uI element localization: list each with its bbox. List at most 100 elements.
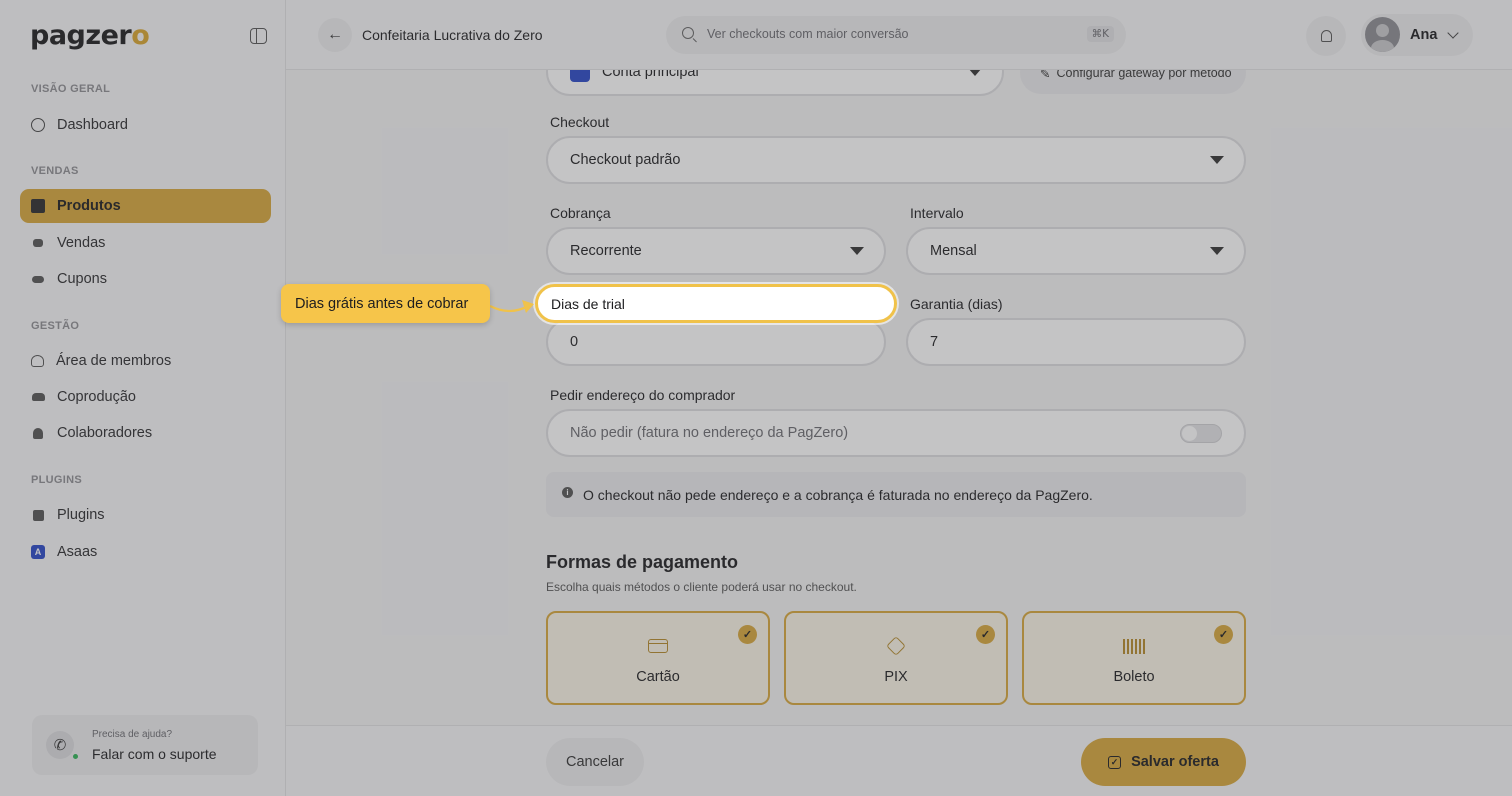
box-icon: [31, 199, 45, 213]
payment-method-cartao[interactable]: Cartão ✓: [546, 611, 770, 705]
sidebar-item-coproducao[interactable]: Coprodução: [20, 380, 271, 414]
trial-days-value: 0: [570, 334, 579, 350]
section-label-visao-geral: VISÃO GERAL: [31, 83, 111, 95]
pie-chart-icon: [31, 118, 45, 132]
configure-gateway-button[interactable]: ✎ Configurar gateway por método: [1020, 70, 1246, 94]
offer-form: Conta principal ✎ Configurar gateway por …: [286, 70, 1512, 725]
bell-icon: [1320, 30, 1332, 42]
info-text: O checkout não pede endereço e a cobranç…: [583, 486, 1093, 503]
page-title: Confeitaria Lucrativa do Zero: [362, 27, 543, 43]
avatar: [1365, 17, 1400, 52]
sidebar-item-area-de-membros[interactable]: Área de membros: [20, 344, 271, 378]
asaas-logo-icon: [570, 70, 590, 82]
check-icon: ✓: [738, 625, 757, 644]
tour-arrow-icon: [489, 300, 534, 313]
endereco-field: Não pedir (fatura no endereço da PagZero…: [546, 409, 1246, 457]
online-status-dot: [72, 753, 79, 760]
logo[interactable]: pagzero: [30, 20, 150, 51]
sidebar-item-dashboard[interactable]: Dashboard: [20, 108, 271, 142]
payments-title: Formas de pagamento: [546, 552, 739, 572]
hand-coin-icon: [31, 236, 45, 250]
save-offer-label: Salvar oferta: [1131, 754, 1219, 770]
sidebar-item-label: Plugins: [57, 507, 105, 523]
intervalo-value: Mensal: [930, 243, 977, 259]
cobranca-label: Cobrança: [550, 205, 611, 221]
credit-card-icon: [648, 639, 668, 653]
endereco-label: Pedir endereço do comprador: [550, 387, 736, 403]
search-input[interactable]: Ver checkouts com maior conversão ⌘K: [666, 16, 1126, 54]
sidebar-item-cupons[interactable]: Cupons: [20, 262, 271, 296]
pencil-icon: ✎: [1040, 70, 1051, 81]
account-value: Conta principal: [602, 70, 699, 80]
user-name: Ana: [1410, 27, 1438, 43]
cobranca-select[interactable]: Recorrente: [546, 227, 886, 275]
trial-label-highlight: Dias de trial: [535, 284, 897, 323]
person-icon: [31, 426, 45, 440]
search-placeholder: Ver checkouts com maior conversão: [707, 27, 909, 41]
user-menu[interactable]: Ana: [1361, 14, 1473, 56]
payment-method-label: Cartão: [636, 669, 680, 685]
section-label-gestao: GESTÃO: [31, 320, 80, 332]
sidebar-item-label: Cupons: [57, 271, 107, 287]
payment-method-pix[interactable]: PIX ✓: [784, 611, 1008, 705]
section-label-vendas: VENDAS: [31, 165, 79, 177]
sidebar-item-vendas[interactable]: Vendas: [20, 226, 271, 260]
handshake-icon: [31, 390, 45, 404]
sidebar-item-label: Vendas: [57, 235, 106, 251]
check-square-icon: ✓: [1108, 755, 1122, 769]
check-icon: ✓: [1214, 625, 1233, 644]
configure-gateway-label: Configurar gateway por método: [1056, 70, 1232, 80]
caret-down-icon: [850, 247, 864, 255]
endereco-value: Não pedir (fatura no endereço da PagZero…: [570, 425, 849, 441]
sidebar-collapse-icon[interactable]: [250, 28, 267, 44]
checkout-label: Checkout: [550, 114, 610, 130]
checkout-select[interactable]: Checkout padrão: [546, 136, 1246, 184]
garantia-label: Garantia (dias): [910, 296, 1003, 312]
info-notice: i O checkout não pede endereço e a cobran…: [546, 472, 1246, 517]
sidebar-item-plugins[interactable]: Plugins: [20, 498, 271, 532]
sidebar-item-asaas[interactable]: A Asaas: [20, 535, 271, 569]
intervalo-select[interactable]: Mensal: [906, 227, 1246, 275]
support-card[interactable]: ✆ Precisa de ajuda? Falar com o suporte: [32, 715, 258, 775]
sidebar: pagzero VISÃO GERAL Dashboard VENDAS Pro…: [0, 0, 286, 796]
garantia-value: 7: [930, 334, 939, 350]
garantia-input[interactable]: 7: [906, 318, 1246, 366]
endereco-toggle[interactable]: [1180, 424, 1222, 443]
notifications-button[interactable]: [1306, 16, 1346, 56]
tour-tooltip: Dias grátis antes de cobrar: [281, 284, 490, 323]
asaas-logo-icon: A: [31, 545, 45, 559]
save-offer-button[interactable]: ✓ Salvar oferta: [1081, 738, 1246, 786]
sidebar-item-label: Produtos: [57, 198, 121, 214]
cobranca-value: Recorrente: [570, 243, 642, 259]
form-footer: Cancelar ✓ Salvar oferta: [286, 725, 1512, 796]
caret-down-icon: [968, 70, 982, 76]
account-select[interactable]: Conta principal: [546, 70, 1004, 96]
puzzle-icon: [31, 508, 45, 522]
barcode-icon: [1123, 639, 1145, 654]
sidebar-item-colaboradores[interactable]: Colaboradores: [20, 416, 271, 450]
users-icon: [31, 355, 44, 367]
top-bar: ← Confeitaria Lucrativa do Zero Ver chec…: [286, 0, 1512, 70]
checkout-value: Checkout padrão: [570, 152, 681, 168]
payment-method-label: Boleto: [1113, 669, 1155, 685]
caret-down-icon: [1210, 156, 1224, 164]
ticket-icon: [31, 272, 45, 286]
caret-down-icon: [1210, 247, 1224, 255]
payment-method-boleto[interactable]: Boleto ✓: [1022, 611, 1246, 705]
trial-days-input[interactable]: 0: [546, 318, 886, 366]
check-icon: ✓: [976, 625, 995, 644]
payments-subtitle: Escolha quais métodos o cliente poderá u…: [546, 580, 857, 594]
chevron-down-icon: [1447, 27, 1459, 39]
support-caption: Precisa de ajuda?: [92, 729, 173, 740]
sidebar-item-produtos[interactable]: Produtos: [20, 189, 271, 223]
cancel-button[interactable]: Cancelar: [546, 738, 644, 786]
sidebar-item-label: Colaboradores: [57, 425, 153, 441]
shortcut-badge: ⌘K: [1086, 26, 1114, 42]
search-icon: [682, 27, 694, 39]
intervalo-label: Intervalo: [910, 205, 964, 221]
section-label-plugins: PLUGINS: [31, 474, 82, 486]
whatsapp-icon: ✆: [46, 731, 74, 759]
sidebar-item-label: Coprodução: [57, 389, 136, 405]
back-arrow-icon[interactable]: ←: [318, 18, 352, 52]
support-link[interactable]: Falar com o suporte: [92, 746, 217, 762]
